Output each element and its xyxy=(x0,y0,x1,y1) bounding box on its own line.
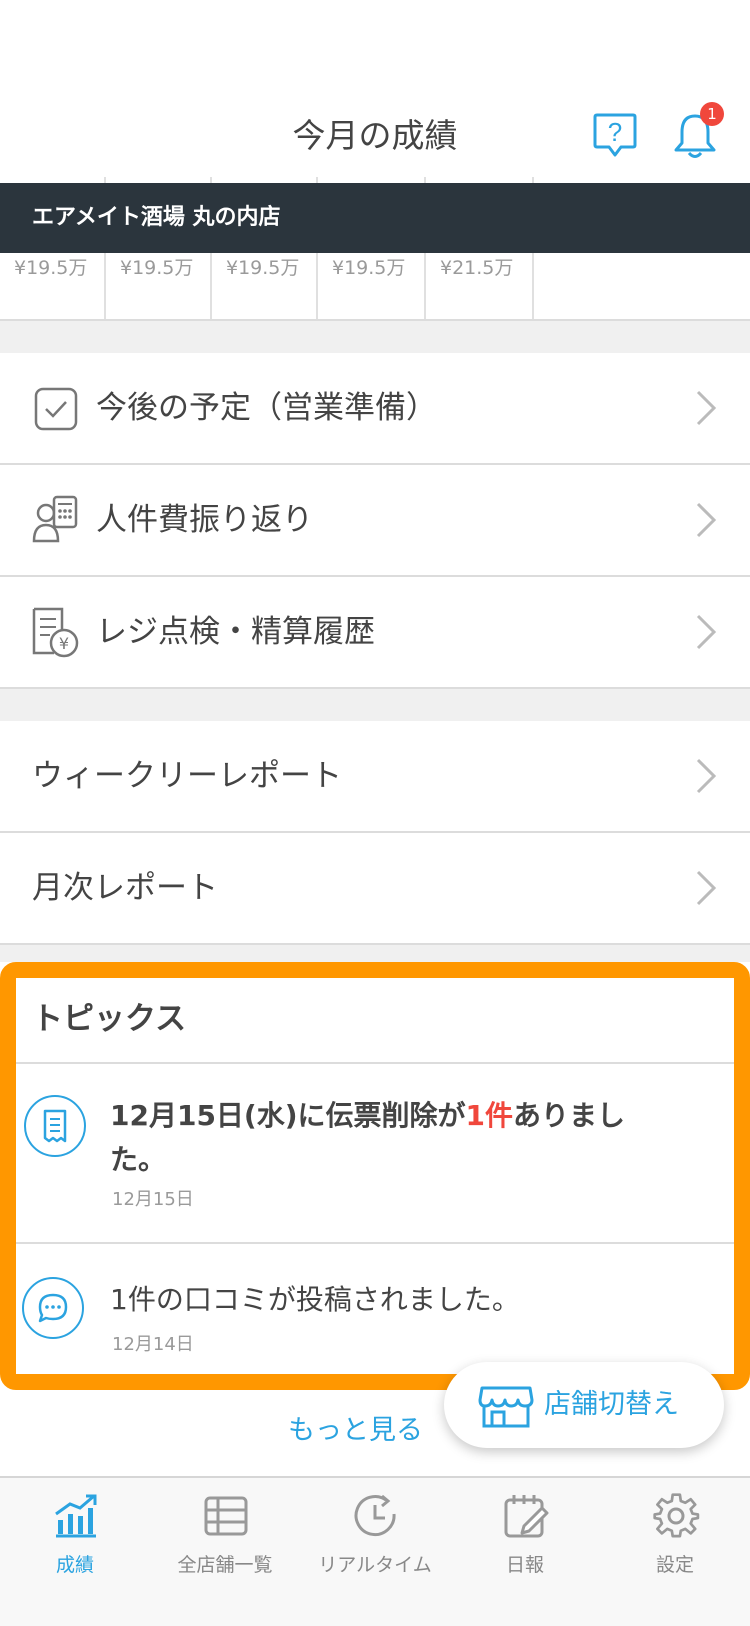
sales-value: ¥19.5万 xyxy=(226,257,300,279)
tab-all-stores[interactable]: 全店舗一覧 xyxy=(150,1476,300,1624)
tab-daily-report[interactable]: 日報 xyxy=(450,1476,600,1624)
more-link[interactable]: もっと見る xyxy=(288,1410,423,1452)
notepad-icon xyxy=(504,1495,549,1538)
tab-label: 日報 xyxy=(505,1554,544,1576)
tab-label: 成績 xyxy=(55,1554,94,1576)
chevron-right-icon xyxy=(696,614,717,650)
staff-calculator-icon xyxy=(32,495,78,543)
tab-label: 設定 xyxy=(655,1554,694,1576)
chevron-right-icon xyxy=(696,758,717,794)
chevron-right-icon xyxy=(696,870,717,906)
menu-item-monthly-report[interactable]: 月次レポート xyxy=(0,833,750,945)
topic-count-highlight: 1件 xyxy=(465,1099,514,1132)
menu-item-weekly-report[interactable]: ウィークリーレポート xyxy=(0,721,750,833)
topic-text-part: 12月15日(水)に伝票削除が xyxy=(110,1099,466,1132)
chevron-right-icon xyxy=(696,502,717,538)
chat-bubble-icon xyxy=(22,1277,84,1339)
help-button[interactable]: ? xyxy=(592,112,638,160)
menu-item-register-history[interactable]: ¥ レジ点検・精算履歴 xyxy=(0,577,750,689)
tab-settings[interactable]: 設定 xyxy=(600,1476,750,1624)
clock-icon xyxy=(354,1494,396,1537)
menu-item-label: ウィークリーレポート xyxy=(32,758,342,794)
menu-item-label: 今後の予定（営業準備） xyxy=(96,390,437,426)
chevron-right-icon xyxy=(696,390,717,426)
sales-value: ¥19.5万 xyxy=(332,257,406,279)
topic-text: 12月15日(水)に伝票削除が1件ありました。 xyxy=(110,1094,650,1182)
topic-date: 12月15日 xyxy=(112,1189,194,1210)
topic-date: 12月14日 xyxy=(112,1334,194,1355)
sales-value: ¥21.5万 xyxy=(440,257,514,279)
receipt-icon xyxy=(24,1095,86,1157)
store-icon xyxy=(478,1386,534,1428)
list-icon xyxy=(204,1496,248,1536)
svg-text:?: ? xyxy=(608,117,622,147)
chart-icon xyxy=(55,1494,97,1538)
sales-value: ¥19.5万 xyxy=(14,257,88,279)
svg-text:¥: ¥ xyxy=(59,634,69,653)
menu-item-schedule[interactable]: 今後の予定（営業準備） xyxy=(0,353,750,465)
section-gap xyxy=(0,945,750,962)
notification-badge: 1 xyxy=(700,102,724,126)
tab-label: 全店舗一覧 xyxy=(177,1554,273,1576)
menu-item-labor-cost[interactable]: 人件費振り返り xyxy=(0,465,750,577)
help-icon: ? xyxy=(593,113,637,157)
tab-realtime[interactable]: リアルタイム xyxy=(300,1476,450,1624)
gear-icon xyxy=(653,1493,700,1538)
store-name: エアメイト酒場 丸の内店 xyxy=(32,205,281,230)
section-gap xyxy=(0,321,750,353)
topic-text: 1件の口コミが投稿されました。 xyxy=(110,1283,520,1316)
store-switch-label: 店舗切替え xyxy=(544,1389,679,1420)
checkbox-icon xyxy=(34,387,78,431)
receipt-yen-icon: ¥ xyxy=(32,607,79,658)
menu-item-label: 月次レポート xyxy=(32,870,218,906)
menu-item-label: 人件費振り返り xyxy=(96,502,313,538)
tab-performance[interactable]: 成績 xyxy=(0,1476,150,1624)
menu-item-label: レジ点検・精算履歴 xyxy=(96,614,375,650)
section-gap xyxy=(0,689,750,721)
topics-title: トピックス xyxy=(32,1001,187,1037)
tab-label: リアルタイム xyxy=(318,1554,432,1576)
sales-value: ¥19.5万 xyxy=(120,257,194,279)
